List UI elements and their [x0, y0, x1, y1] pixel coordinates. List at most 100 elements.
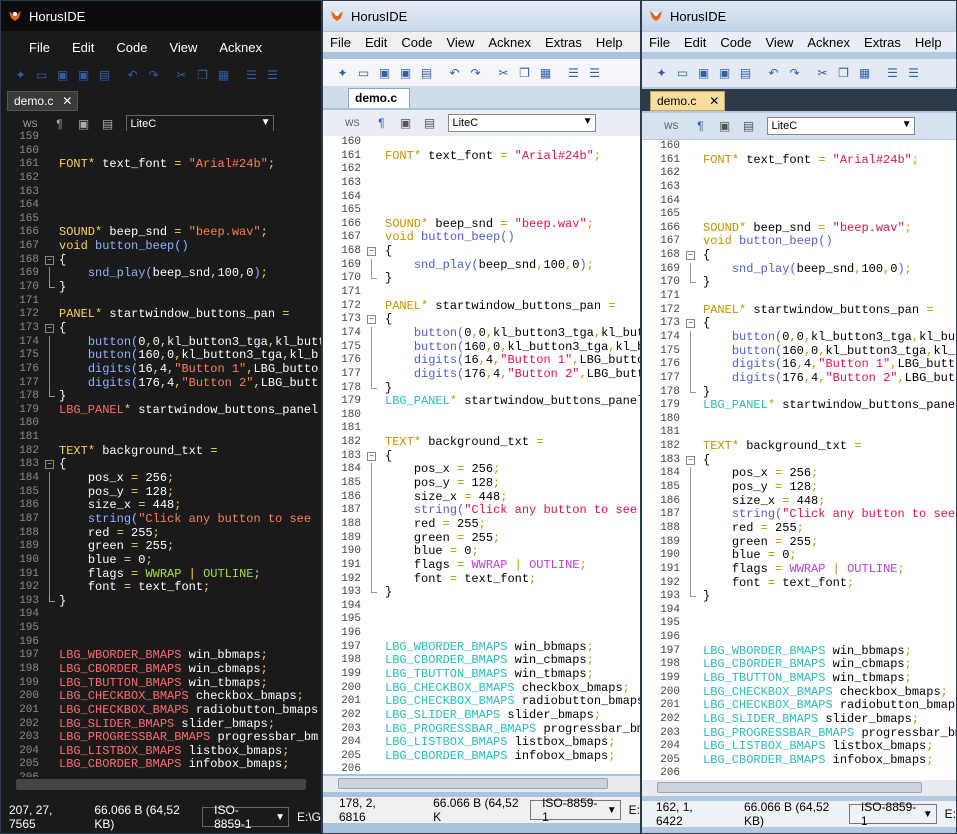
code-line[interactable]: 188 red = 255;	[1, 526, 321, 541]
code-line[interactable]: 162	[642, 167, 956, 181]
outdent-icon[interactable]: ☰	[585, 65, 604, 82]
code-line[interactable]: 167 void button_beep()	[323, 231, 640, 245]
code-line[interactable]: 168−{	[1, 253, 321, 268]
code-line[interactable]: 184 pos_x = 256;	[1, 471, 321, 486]
menu-view[interactable]: View	[758, 35, 800, 50]
code-line[interactable]: 180	[1, 417, 321, 431]
close-icon[interactable]: ✕	[62, 94, 72, 108]
code-line[interactable]: 183−{	[642, 453, 956, 468]
code-line[interactable]: 165	[1, 213, 321, 227]
code-line[interactable]: 164	[642, 195, 956, 209]
code-line[interactable]: 168−{	[642, 248, 956, 263]
save-as-icon[interactable]: ▣	[74, 67, 93, 84]
fold-toggle-icon[interactable]: −	[367, 315, 376, 325]
title-bar[interactable]: HorusIDE	[642, 1, 956, 31]
code-line[interactable]: 171	[1, 295, 321, 309]
panel-icon[interactable]: ▤	[741, 119, 757, 133]
code-line[interactable]: 177 digits(176,4,"Button 2",LBG_butt	[1, 376, 321, 391]
cut-icon[interactable]: ✂	[172, 67, 191, 84]
code-line[interactable]: 181	[1, 431, 321, 445]
code-line[interactable]: 175 button(160,0,kl_button3_tga,kl_b	[323, 340, 640, 355]
code-line[interactable]: 188 red = 255;	[323, 517, 640, 532]
redo-icon[interactable]: ↷	[466, 65, 485, 82]
fold-toggle-icon[interactable]: −	[686, 319, 695, 329]
menu-extras[interactable]: Extras	[857, 35, 908, 50]
code-line[interactable]: 201 LBG_CHECKBOX_BMAPS radiobutton_bmaps	[642, 698, 956, 713]
whitespace-toggle[interactable]: WS	[664, 121, 679, 131]
undo-icon[interactable]: ↶	[123, 67, 142, 84]
code-line[interactable]: 200 LBG_CHECKBOX_BMAPS checkbox_bmaps;	[1, 689, 321, 704]
code-line[interactable]: 195	[642, 617, 956, 631]
code-line[interactable]: 201 LBG_CHECKBOX_BMAPS radiobutton_bmaps	[1, 703, 321, 718]
code-line[interactable]: 198 LBG_CBORDER_BMAPS win_cbmaps;	[1, 662, 321, 677]
fold-toggle-icon[interactable]: −	[686, 455, 695, 465]
encoding-select[interactable]: ISO-8859-1 ▼	[202, 803, 289, 831]
code-editor[interactable]: 159 160 161 FONT* text_font = "Arial#24b"; 1…	[1, 131, 321, 796]
code-line[interactable]: 172 PANEL* startwindow_buttons_pan =	[642, 303, 956, 318]
code-line[interactable]: 195	[1, 622, 321, 636]
code-line[interactable]: 195	[323, 613, 640, 627]
menu-extras[interactable]: Extras	[538, 35, 589, 50]
menu-edit[interactable]: Edit	[62, 40, 106, 55]
code-line[interactable]: 184 pos_x = 256;	[642, 467, 956, 482]
title-bar[interactable]: HorusIDE	[1, 1, 321, 31]
code-line[interactable]: 205 LBG_CBORDER_BMAPS infobox_bmaps;	[323, 749, 640, 764]
code-line[interactable]: 206	[323, 763, 640, 774]
code-line[interactable]: 179 LBG_PANEL* startwindow_buttons_panel	[323, 394, 640, 409]
code-line[interactable]: 189 green = 255;	[642, 535, 956, 550]
tab-demo-c[interactable]: demo.c ✕	[7, 91, 79, 111]
pilcrow-icon[interactable]: ¶	[374, 116, 390, 130]
open-file-icon[interactable]: ▭	[32, 67, 51, 84]
paste-icon[interactable]: ▦	[855, 65, 874, 82]
menu-acknex[interactable]: Acknex	[209, 40, 274, 55]
code-line[interactable]: 187 string("Click any button to see	[642, 507, 956, 522]
outdent-icon[interactable]: ☰	[904, 65, 923, 82]
code-line[interactable]: 192 font = text_font;	[323, 572, 640, 587]
code-line[interactable]: 170}	[1, 280, 321, 295]
panel-icon[interactable]: ▤	[422, 116, 438, 130]
code-line[interactable]: 181	[323, 422, 640, 436]
paste-icon[interactable]: ▦	[214, 67, 233, 84]
code-line[interactable]: 174 button(0,0,kl_button3_tga,kl_butt	[642, 330, 956, 345]
code-line[interactable]: 204 LBG_LISTBOX_BMAPS listbox_bmaps;	[1, 744, 321, 759]
code-line[interactable]: 164	[1, 199, 321, 213]
code-line[interactable]: 162	[323, 163, 640, 177]
menu-edit[interactable]: Edit	[358, 35, 394, 50]
code-line[interactable]: 202 LBG_SLIDER_BMAPS slider_bmaps;	[1, 717, 321, 732]
menu-view[interactable]: View	[439, 35, 481, 50]
fold-toggle-icon[interactable]: −	[45, 323, 54, 333]
code-line[interactable]: 171	[323, 286, 640, 300]
code-line[interactable]: 178}	[323, 381, 640, 396]
code-line[interactable]: 173−{	[642, 317, 956, 331]
horizontal-scrollbar[interactable]	[642, 780, 956, 796]
code-line[interactable]: 180	[323, 409, 640, 423]
code-line[interactable]: 203 LBG_PROGRESSBAR_BMAPS progressbar_bm	[323, 722, 640, 737]
new-file-icon[interactable]: ✦	[11, 67, 30, 84]
code-line[interactable]: 176 digits(16,4,"Button 1",LBG_butto	[642, 357, 956, 372]
code-line[interactable]: 193}	[323, 585, 640, 600]
code-line[interactable]: 175 button(160,0,kl_button3_tga,kl_b	[642, 344, 956, 359]
code-line[interactable]: 166 SOUND* beep_snd = "beep.wav";	[642, 221, 956, 236]
code-line[interactable]: 167 void button_beep()	[1, 239, 321, 254]
code-line[interactable]: 189 green = 255;	[1, 539, 321, 554]
code-line[interactable]: 183−{	[323, 449, 640, 464]
code-line[interactable]: 191 flags = WWRAP | OUTLINE;	[1, 567, 321, 582]
paste-icon[interactable]: ▦	[536, 65, 555, 82]
code-line[interactable]: 174 button(0,0,kl_button3_tga,kl_butt	[323, 326, 640, 341]
code-line[interactable]: 202 LBG_SLIDER_BMAPS slider_bmaps;	[323, 708, 640, 723]
code-line[interactable]: 199 LBG_TBUTTON_BMAPS win_tbmaps;	[642, 671, 956, 686]
code-line[interactable]: 187 string("Click any button to see	[323, 503, 640, 518]
code-editor[interactable]: 160 161 FONT* text_font = "Arial#24b"; 162 1…	[642, 140, 956, 780]
code-line[interactable]: 179 LBG_PANEL* startwindow_buttons_panel	[642, 398, 956, 413]
scroll-thumb[interactable]	[16, 779, 306, 790]
code-line[interactable]: 190 blue = 0;	[642, 548, 956, 563]
code-line[interactable]: 205 LBG_CBORDER_BMAPS infobox_bmaps;	[1, 758, 321, 772]
code-line[interactable]: 199 LBG_TBUTTON_BMAPS win_tbmaps;	[1, 676, 321, 691]
scroll-thumb[interactable]	[338, 778, 608, 789]
code-line[interactable]: 200 LBG_CHECKBOX_BMAPS checkbox_bmaps;	[642, 685, 956, 700]
code-line[interactable]: 193}	[1, 594, 321, 609]
code-line[interactable]: 178}	[1, 389, 321, 404]
bookmark-icon[interactable]: ▣	[717, 119, 733, 133]
code-line[interactable]: 204 LBG_LISTBOX_BMAPS listbox_bmaps;	[642, 739, 956, 754]
code-line[interactable]: 205 LBG_CBORDER_BMAPS infobox_bmaps;	[642, 753, 956, 768]
